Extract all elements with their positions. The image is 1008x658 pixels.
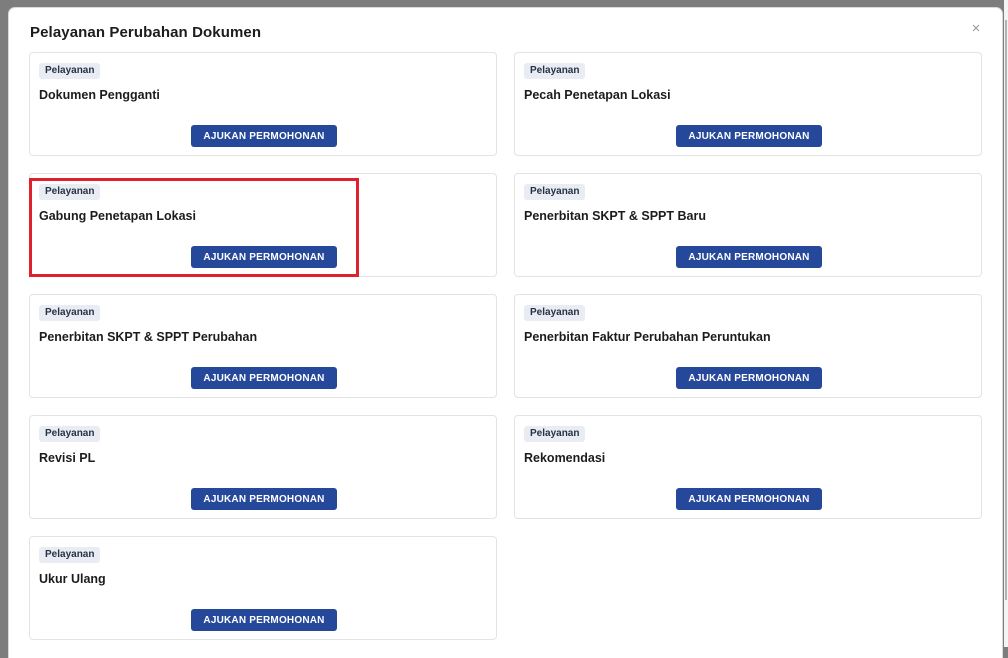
- scrollbar[interactable]: [1004, 0, 1008, 647]
- apply-button[interactable]: AJUKAN PERMOHONAN: [676, 367, 822, 389]
- service-badge: Pelayanan: [39, 426, 101, 442]
- apply-button[interactable]: AJUKAN PERMOHONAN: [191, 609, 337, 631]
- service-card-penerbitan-skpt-sppt-perubahan: Pelayanan Penerbitan SKPT & SPPT Perubah…: [29, 294, 497, 398]
- service-title: Dokumen Pengganti: [39, 88, 160, 102]
- service-title: Ukur Ulang: [39, 572, 106, 586]
- service-badge: Pelayanan: [39, 63, 101, 79]
- service-title: Pecah Penetapan Lokasi: [524, 88, 671, 102]
- service-modal: Pelayanan Perubahan Dokumen × Pelayanan …: [9, 8, 1002, 658]
- apply-button[interactable]: AJUKAN PERMOHONAN: [191, 488, 337, 510]
- apply-button[interactable]: AJUKAN PERMOHONAN: [191, 125, 337, 147]
- scrollbar-thumb[interactable]: [1005, 20, 1007, 600]
- service-badge: Pelayanan: [524, 184, 586, 200]
- service-card-dokumen-pengganti: Pelayanan Dokumen Pengganti AJUKAN PERMO…: [29, 52, 497, 156]
- service-card-ukur-ulang: Pelayanan Ukur Ulang AJUKAN PERMOHONAN: [29, 536, 497, 640]
- service-card-pecah-penetapan-lokasi: Pelayanan Pecah Penetapan Lokasi AJUKAN …: [514, 52, 982, 156]
- service-card-rekomendasi: Pelayanan Rekomendasi AJUKAN PERMOHONAN: [514, 415, 982, 519]
- apply-button[interactable]: AJUKAN PERMOHONAN: [676, 125, 822, 147]
- apply-button[interactable]: AJUKAN PERMOHONAN: [676, 488, 822, 510]
- apply-button[interactable]: AJUKAN PERMOHONAN: [191, 367, 337, 389]
- service-card-gabung-penetapan-lokasi: Pelayanan Gabung Penetapan Lokasi AJUKAN…: [29, 173, 497, 277]
- service-title: Penerbitan SKPT & SPPT Baru: [524, 209, 706, 223]
- service-title: Penerbitan SKPT & SPPT Perubahan: [39, 330, 258, 344]
- service-badge: Pelayanan: [524, 426, 586, 442]
- service-card-revisi-pl: Pelayanan Revisi PL AJUKAN PERMOHONAN: [29, 415, 497, 519]
- modal-title: Pelayanan Perubahan Dokumen: [30, 24, 262, 41]
- service-badge: Pelayanan: [39, 305, 101, 321]
- service-badge: Pelayanan: [524, 305, 586, 321]
- service-badge: Pelayanan: [39, 547, 101, 563]
- service-badge: Pelayanan: [524, 63, 586, 79]
- apply-button[interactable]: AJUKAN PERMOHONAN: [676, 246, 822, 268]
- service-title: Gabung Penetapan Lokasi: [39, 209, 196, 223]
- service-title: Revisi PL: [39, 451, 96, 465]
- service-card-penerbitan-skpt-sppt-baru: Pelayanan Penerbitan SKPT & SPPT Baru AJ…: [514, 173, 982, 277]
- service-title: Rekomendasi: [524, 451, 606, 465]
- close-icon[interactable]: ×: [968, 21, 984, 37]
- apply-button[interactable]: AJUKAN PERMOHONAN: [191, 246, 337, 268]
- service-title: Penerbitan Faktur Perubahan Peruntukan: [524, 330, 771, 344]
- service-card-penerbitan-faktur-perubahan-peruntukan: Pelayanan Penerbitan Faktur Perubahan Pe…: [514, 294, 982, 398]
- service-badge: Pelayanan: [39, 184, 101, 200]
